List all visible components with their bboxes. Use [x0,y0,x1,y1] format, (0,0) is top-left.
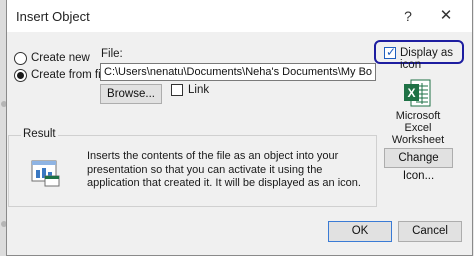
ok-button[interactable]: OK [328,221,392,242]
icon-caption-line: Excel [404,122,432,134]
result-label: Result [21,128,58,140]
cancel-button[interactable]: Cancel [398,221,462,242]
file-label: File: [101,48,123,60]
link-label[interactable]: Link [188,84,209,96]
dialog-title: Insert Object [16,9,90,24]
create-from-file-label[interactable]: Create from file [31,69,110,81]
svg-text:X: X [407,86,415,100]
change-icon-button[interactable]: Change Icon... [384,148,453,182]
display-as-icon-checkbox[interactable]: ✓ [384,45,397,59]
help-button[interactable]: ? [397,5,419,27]
create-new-radio[interactable] [14,52,27,65]
embedded-object-icon [31,160,60,187]
display-as-icon-label[interactable]: Display as icon [400,47,472,71]
result-description: Inserts the contents of the file as an o… [87,150,361,189]
file-path-input[interactable] [100,63,376,81]
title-bar: Insert Object ? ✕ [7,0,472,32]
close-button[interactable]: ✕ [435,5,457,27]
create-new-label[interactable]: Create new [31,52,90,64]
link-checkbox[interactable] [171,84,183,96]
excel-icon: X [404,79,431,107]
browse-button[interactable]: Browse... [100,84,162,104]
icon-caption-line: Worksheet [391,134,445,146]
create-from-file-radio[interactable] [14,69,27,82]
checkmark-icon: ✓ [386,45,397,59]
icon-caption: Microsoft Excel Worksheet [385,110,451,146]
insert-object-dialog: Insert Object ? ✕ Create new Create from… [6,0,473,256]
icon-caption-line: Microsoft [395,110,441,122]
